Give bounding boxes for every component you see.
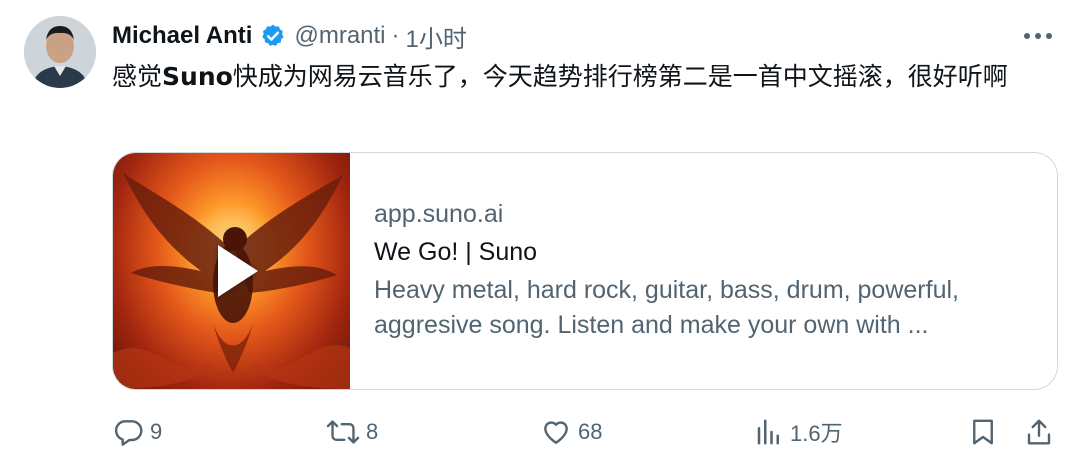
repost-button[interactable]: 8 [326, 412, 378, 452]
tweet-actions: 9 8 68 1.6万 [112, 412, 1056, 452]
tweet-text-part2: 快成为网易云音乐了，今天趋势排行榜第二是一首中文摇滚，很好听啊 [232, 62, 1008, 91]
reply-button[interactable]: 9 [112, 412, 162, 452]
card-thumbnail[interactable] [113, 153, 350, 389]
views-count: 1.6万 [790, 421, 843, 446]
tweet-header: Michael Anti @mranti · 1小时 [112, 16, 467, 56]
card-body: app.suno.ai We Go! | Suno Heavy metal, h… [350, 153, 1057, 389]
bookmark-button[interactable] [968, 412, 998, 452]
reply-count: 9 [150, 419, 163, 444]
avatar[interactable] [24, 16, 96, 88]
share-button[interactable] [1024, 412, 1054, 452]
repost-icon [326, 416, 360, 448]
card-description: Heavy metal, hard rock, guitar, bass, dr… [374, 276, 959, 339]
author-handle[interactable]: @mranti [294, 22, 385, 50]
card-domain: app.suno.ai [374, 200, 504, 228]
tweet-text: 感觉Suno快成为网易云音乐了，今天趋势排行榜第二是一首中文摇滚，很好听啊 [112, 58, 1058, 95]
share-icon [1024, 416, 1054, 448]
link-card[interactable]: app.suno.ai We Go! | Suno Heavy metal, h… [112, 152, 1058, 390]
verified-badge-icon [260, 23, 286, 49]
analytics-icon [754, 416, 784, 448]
more-options-icon[interactable] [1020, 22, 1056, 50]
separator-dot: · [391, 22, 400, 49]
reply-icon [112, 416, 144, 448]
play-icon[interactable] [217, 245, 258, 297]
timestamp[interactable]: 1小时 [406, 19, 467, 54]
bookmark-icon [968, 416, 998, 448]
author-name[interactable]: Michael Anti [112, 22, 252, 50]
views-button[interactable]: 1.6万 [754, 412, 843, 452]
heart-icon [540, 416, 572, 448]
like-button[interactable]: 68 [540, 412, 602, 452]
card-title[interactable]: We Go! | Suno [374, 233, 1057, 271]
like-count: 68 [578, 419, 603, 444]
tweet-text-part1: 感觉 [112, 62, 163, 91]
repost-count: 8 [366, 419, 379, 444]
tweet-text-bold: Suno [162, 62, 233, 91]
